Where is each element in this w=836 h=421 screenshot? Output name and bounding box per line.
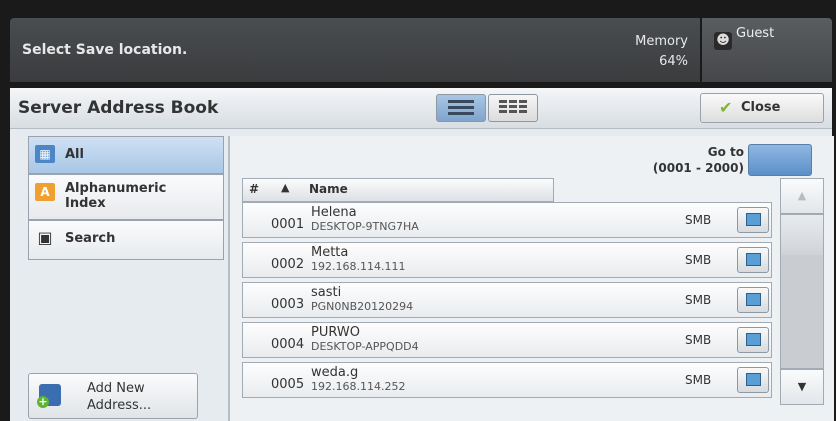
- add-new-address-button[interactable]: + Add New Address...: [28, 373, 198, 419]
- sidebar-item-label: Search: [65, 231, 116, 246]
- sidebar-item-label: All: [65, 147, 84, 162]
- column-header[interactable]: # ▲ Name: [242, 178, 554, 202]
- row-name: sasti: [311, 285, 342, 300]
- chevron-up-icon: ▲: [797, 189, 807, 202]
- scroll-down-button[interactable]: ▼: [780, 369, 824, 405]
- rows: 0001 Helena DESKTOP-9TNG7HA SMB 0002 Met…: [242, 202, 772, 402]
- row-protocol: SMB: [685, 293, 712, 307]
- add-new-label: Add New Address...: [87, 381, 152, 413]
- details-button[interactable]: [737, 367, 769, 393]
- row-name: weda.g: [311, 365, 359, 380]
- goto-label: Go to (0001 - 2000): [652, 145, 744, 175]
- row-name: PURWO: [311, 325, 360, 340]
- row-host: 192.168.114.252: [311, 380, 406, 393]
- address-book-panel: Server Address Book ✔ Close ▦ All A Alph…: [10, 88, 834, 421]
- details-button[interactable]: [737, 327, 769, 353]
- list-view-button[interactable]: [436, 94, 486, 122]
- sidebar-item-all[interactable]: ▦ All: [28, 136, 224, 174]
- table-row[interactable]: 0001 Helena DESKTOP-9TNG7HA SMB: [242, 202, 772, 238]
- details-button[interactable]: [737, 287, 769, 313]
- user-label: Guest: [736, 26, 775, 41]
- add-address-icon: +: [37, 384, 61, 408]
- row-number: 0005: [271, 377, 305, 392]
- sort-ascending-icon: ▲: [281, 181, 290, 194]
- all-icon: ▦: [35, 145, 55, 163]
- list-view-icon: [448, 100, 474, 103]
- row-host: 192.168.114.111: [311, 260, 406, 273]
- row-number: 0003: [271, 297, 305, 312]
- table-row[interactable]: 0003 sasti PGN0NB20120294 SMB: [242, 282, 772, 318]
- address-list: Go to (0001 - 2000) # ▲ Name 0001 Helena…: [228, 136, 834, 421]
- sidebar-item-alphanumeric-index[interactable]: A Alphanumeric Index: [28, 174, 224, 220]
- row-host: DESKTOP-APPQDD4: [311, 340, 419, 353]
- scroll-thumb[interactable]: [781, 215, 823, 255]
- memory-indicator: Memory 64%: [635, 32, 688, 72]
- details-icon: [746, 333, 761, 346]
- scroll-up-button[interactable]: ▲: [780, 178, 824, 214]
- grid-view-button[interactable]: [488, 94, 538, 122]
- chevron-down-icon: ▼: [797, 380, 807, 393]
- checkmark-icon: ✔: [719, 98, 733, 117]
- details-icon: [746, 253, 761, 266]
- row-host: PGN0NB20120294: [311, 300, 414, 313]
- page-title: Server Address Book: [18, 98, 219, 118]
- sidebar-item-label: Alphanumeric Index: [65, 181, 167, 211]
- details-button[interactable]: [737, 207, 769, 233]
- status-bar: Select Save location. Memory 64%: [10, 18, 700, 82]
- grid-view-icon: [499, 100, 527, 113]
- details-icon: [746, 373, 761, 386]
- row-name: Metta: [311, 245, 349, 260]
- row-number: 0002: [271, 257, 305, 272]
- binoculars-icon: ▣: [37, 228, 53, 247]
- column-hash: #: [249, 182, 260, 196]
- scroll-track[interactable]: [780, 214, 824, 369]
- user-button[interactable]: ☻ Guest: [702, 18, 832, 82]
- row-protocol: SMB: [685, 213, 712, 227]
- panel-header: Server Address Book ✔ Close: [10, 88, 832, 129]
- row-host: DESKTOP-9TNG7HA: [311, 220, 419, 233]
- table-row[interactable]: 0005 weda.g 192.168.114.252 SMB: [242, 362, 772, 398]
- row-number: 0001: [271, 217, 305, 232]
- row-protocol: SMB: [685, 373, 712, 387]
- row-number: 0004: [271, 337, 305, 352]
- details-icon: [746, 293, 761, 306]
- memory-value: 64%: [659, 54, 688, 69]
- goto-input[interactable]: [748, 144, 812, 176]
- details-icon: [746, 213, 761, 226]
- alpha-index-icon: A: [35, 183, 55, 201]
- close-button[interactable]: ✔ Close: [700, 93, 824, 123]
- user-icon: ☻: [714, 32, 732, 50]
- scrollbar[interactable]: ▲ ▼: [780, 178, 824, 405]
- column-name: Name: [309, 182, 348, 196]
- table-row[interactable]: 0004 PURWO DESKTOP-APPQDD4 SMB: [242, 322, 772, 358]
- details-button[interactable]: [737, 247, 769, 273]
- sidebar: ▦ All A Alphanumeric Index ▣ Search: [28, 136, 224, 260]
- table-row[interactable]: 0002 Metta 192.168.114.111 SMB: [242, 242, 772, 278]
- row-protocol: SMB: [685, 253, 712, 267]
- row-name: Helena: [311, 205, 357, 220]
- sidebar-item-search[interactable]: ▣ Search: [28, 220, 224, 260]
- close-label: Close: [741, 100, 781, 115]
- status-message: Select Save location.: [22, 42, 188, 58]
- memory-label: Memory: [635, 34, 688, 49]
- row-protocol: SMB: [685, 333, 712, 347]
